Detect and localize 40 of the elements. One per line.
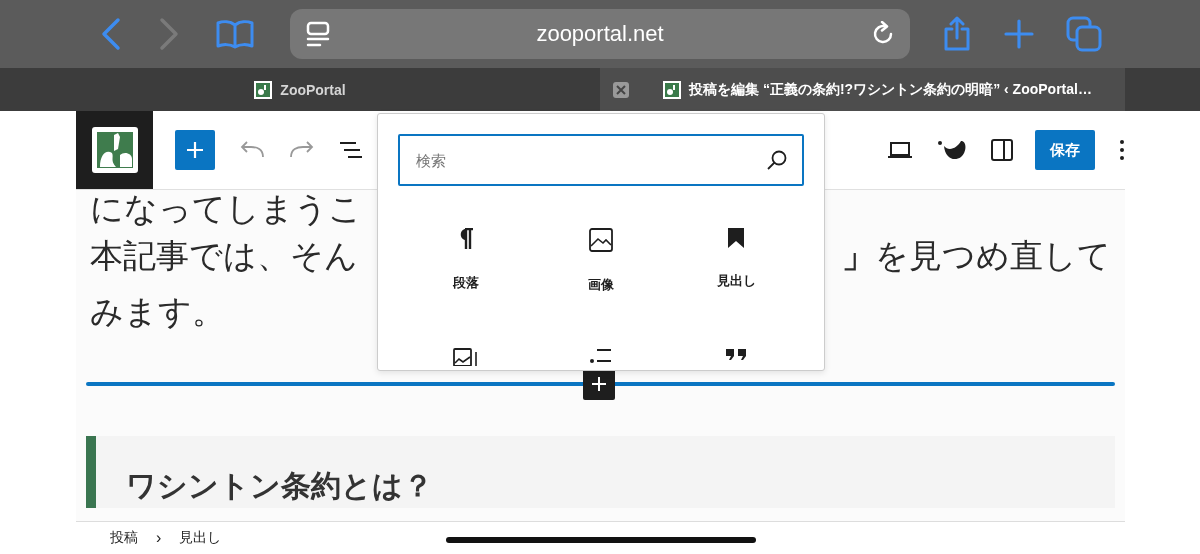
media-text-icon — [452, 348, 479, 366]
search-icon — [766, 149, 788, 171]
logo-icon — [91, 127, 138, 173]
heading-text: ワシントン条約とは？ — [126, 468, 433, 504]
logo-icon — [254, 80, 273, 99]
bookmark-icon — [728, 228, 745, 248]
plus-icon — [592, 377, 606, 391]
image-icon — [589, 228, 613, 252]
browser-tab[interactable]: ZooPortal — [0, 68, 600, 111]
address-bar[interactable]: zooportal.net — [290, 9, 910, 59]
logo-icon — [663, 80, 682, 99]
block-item[interactable]: 段落 — [398, 218, 534, 298]
save-button[interactable]: 保存 — [1035, 130, 1095, 170]
more-icon[interactable] — [1119, 139, 1125, 161]
paragraph-text: になってしまうこ — [90, 190, 362, 228]
quote-icon — [725, 348, 748, 360]
breadcrumb-item[interactable]: 投稿 — [110, 529, 138, 547]
breadcrumb-separator: › — [156, 529, 162, 547]
sidebar-icon[interactable] — [991, 139, 1013, 161]
url-text: zooportal.net — [535, 21, 665, 47]
site-logo[interactable] — [76, 111, 153, 189]
reader-icon[interactable] — [306, 21, 330, 47]
search-input[interactable]: 検索 — [414, 150, 766, 170]
breadcrumb-item[interactable]: 見出し — [179, 529, 222, 547]
plus-icon — [186, 141, 204, 159]
laptop-icon[interactable] — [887, 141, 913, 159]
close-icon[interactable] — [613, 81, 629, 98]
add-block-button[interactable] — [175, 130, 215, 170]
browser-tab[interactable]: 投稿を編集 “正義の条約!?ワシントン条約の明暗” ‹ ZooPortal… — [600, 68, 1125, 111]
paragraph-text: 本記事では、そん — [90, 236, 358, 276]
paragraph-text: みます。 — [90, 292, 225, 332]
styles-icon[interactable] — [937, 138, 967, 162]
undo-icon[interactable] — [239, 141, 265, 159]
list-view-icon[interactable] — [339, 141, 363, 159]
block-item[interactable]: 見出し — [668, 218, 804, 298]
block-item[interactable]: 画像 — [533, 218, 669, 298]
list-icon — [589, 348, 613, 364]
paragraph-text: 」を見つめ直して — [842, 236, 1111, 276]
redo-icon[interactable] — [289, 141, 315, 159]
search-field[interactable]: 検索 — [398, 134, 804, 186]
